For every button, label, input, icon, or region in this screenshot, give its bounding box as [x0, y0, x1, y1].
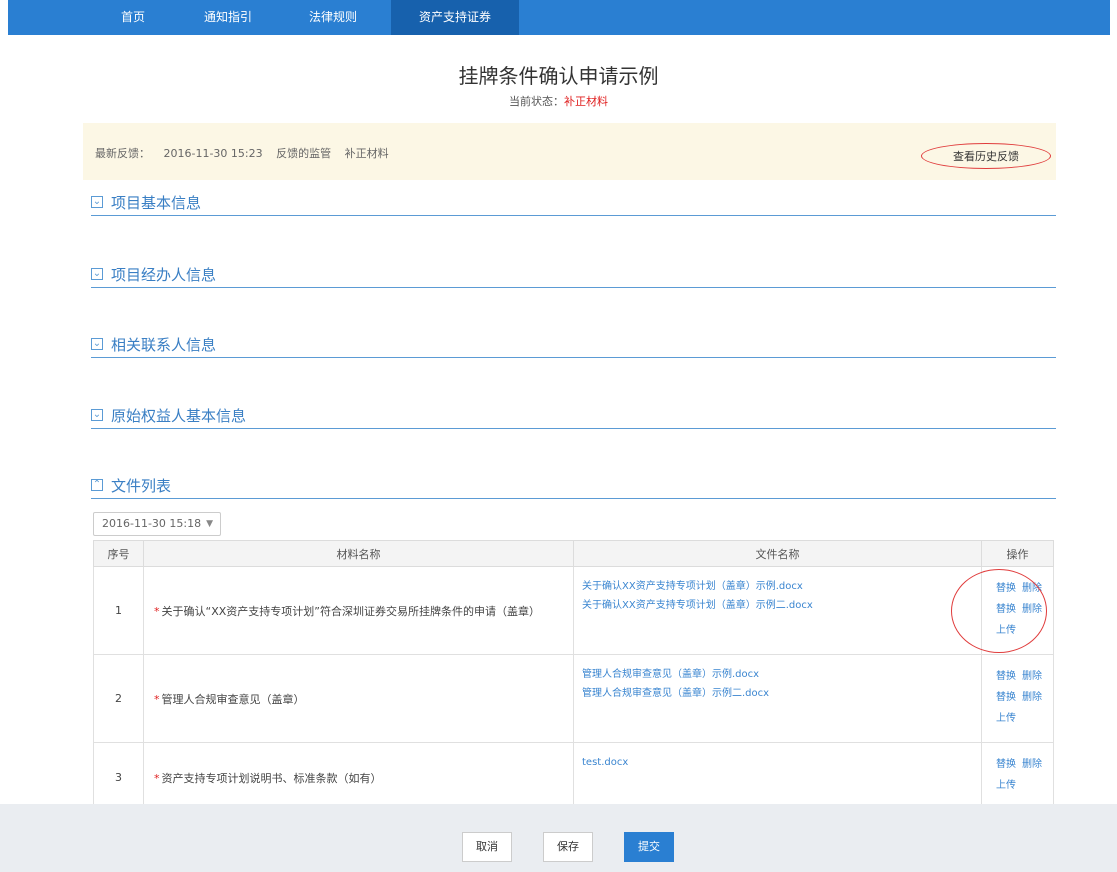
section-title[interactable]: 项目基本信息 [111, 192, 201, 213]
delete-link[interactable]: 删除 [1022, 692, 1042, 703]
file-link[interactable]: 管理人合规审查意见（盖章）示例二.docx [582, 684, 981, 703]
required-marker: * [154, 604, 160, 618]
nav-item-rules[interactable]: 法律规则 [293, 0, 373, 35]
replace-link[interactable]: 替换 [996, 692, 1016, 703]
upload-link[interactable]: 上传 [996, 625, 1016, 636]
top-nav: 首页 通知指引 法律规则 资产支持证券 [8, 0, 1110, 35]
nav-item-abs[interactable]: 资产支持证券 [391, 0, 519, 35]
delete-link[interactable]: 删除 [1022, 583, 1042, 594]
file-link[interactable]: 关于确认XX资产支持专项计划（盖章）示例.docx [582, 577, 981, 596]
feedback-banner: 最新反馈： 2016-11-30 15:23 反馈的监管 补正材料 查看历史反馈 [83, 123, 1056, 180]
file-link[interactable]: 管理人合规审查意见（盖章）示例.docx [582, 665, 981, 684]
upload-link[interactable]: 上传 [996, 780, 1016, 791]
section-contacts: ⌄ 相关联系人信息 [91, 334, 1056, 358]
table-row: 2 * 管理人合规审查意见（盖章） 管理人合规审查意见（盖章）示例.docx 管理… [93, 654, 1054, 743]
version-select-value: 2016-11-30 15:18 [102, 517, 202, 530]
row-material: * 关于确认“XX资产支持专项计划”符合深圳证券交易所挂牌条件的申请（盖章） [143, 566, 574, 655]
replace-link[interactable]: 替换 [996, 671, 1016, 682]
section-title[interactable]: 相关联系人信息 [111, 334, 216, 355]
section-originator: ⌄ 原始权益人基本信息 [91, 405, 1056, 429]
material-name: 管理人合规审查意见（盖章） [161, 692, 305, 706]
page-title: 挂牌条件确认申请示例 [458, 64, 659, 88]
file-table: 序号 材料名称 文件名称 操作 1 * 关于确认“XX资产支持专项计划”符合深圳证… [93, 540, 1054, 813]
collapse-icon[interactable]: ⌄ [91, 409, 103, 421]
status-label: 当前状态： [509, 95, 564, 108]
section-file-list: ⌃ 文件列表 [91, 475, 1056, 499]
feedback-action: 补正材料 [344, 147, 389, 160]
required-marker: * [154, 771, 160, 785]
material-name: 资产支持专项计划说明书、标准条款（如有） [161, 771, 382, 785]
collapse-icon[interactable]: ⌄ [91, 338, 103, 350]
delete-link[interactable]: 删除 [1022, 759, 1042, 770]
row-seq: 2 [93, 654, 144, 743]
nav-item-notices[interactable]: 通知指引 [188, 0, 268, 35]
column-header-material: 材料名称 [143, 540, 574, 567]
column-header-filename: 文件名称 [573, 540, 982, 567]
row-material: * 资产支持专项计划说明书、标准条款（如有） [143, 742, 574, 813]
section-title[interactable]: 项目经办人信息 [111, 264, 216, 285]
section-title[interactable]: 原始权益人基本信息 [111, 405, 246, 426]
row-ops: 替换 删除 上传 [981, 742, 1054, 813]
status-line: 当前状态：补正材料 [0, 93, 1117, 109]
delete-link[interactable]: 删除 [1022, 604, 1042, 615]
chevron-down-icon: ▼ [206, 519, 213, 529]
collapse-icon[interactable]: ⌄ [91, 268, 103, 280]
row-seq: 1 [93, 566, 144, 655]
row-files: test.docx [573, 742, 982, 813]
replace-link[interactable]: 替换 [996, 759, 1016, 770]
column-header-seq: 序号 [93, 540, 144, 567]
row-seq: 3 [93, 742, 144, 813]
row-ops: 替换 删除 替换 删除 上传 [981, 654, 1054, 743]
material-name: 关于确认“XX资产支持专项计划”符合深圳证券交易所挂牌条件的申请（盖章） [161, 604, 540, 618]
feedback-time: 2016-11-30 15:23 [163, 147, 263, 160]
nav-item-home[interactable]: 首页 [108, 0, 158, 35]
row-material: * 管理人合规审查意见（盖章） [143, 654, 574, 743]
section-project-basic: ⌄ 项目基本信息 [91, 192, 1056, 216]
file-link[interactable]: 关于确认XX资产支持专项计划（盖章）示例二.docx [582, 596, 981, 615]
row-ops: 替换 删除 替换 删除 上传 [981, 566, 1054, 655]
expand-icon[interactable]: ⌃ [91, 479, 103, 491]
feedback-reviewer: 反馈的监管 [276, 147, 332, 160]
replace-link[interactable]: 替换 [996, 604, 1016, 615]
table-header-row: 序号 材料名称 文件名称 操作 [93, 540, 1054, 567]
required-marker: * [154, 692, 160, 706]
row-files: 关于确认XX资产支持专项计划（盖章）示例.docx 关于确认XX资产支持专项计划… [573, 566, 982, 655]
delete-link[interactable]: 删除 [1022, 671, 1042, 682]
upload-link[interactable]: 上传 [996, 713, 1016, 724]
footer-action-bar: 取消 保存 提交 [0, 804, 1117, 872]
version-select[interactable]: 2016-11-30 15:18 ▼ [93, 512, 221, 536]
section-title[interactable]: 文件列表 [111, 475, 171, 496]
save-button[interactable]: 保存 [543, 832, 593, 862]
feedback-label: 最新反馈： [95, 147, 150, 160]
view-history-button[interactable]: 查看历史反馈 [921, 143, 1051, 169]
cancel-button[interactable]: 取消 [462, 832, 512, 862]
file-link[interactable]: test.docx [582, 753, 981, 772]
latest-feedback: 最新反馈： 2016-11-30 15:23 反馈的监管 补正材料 [95, 145, 399, 161]
submit-button[interactable]: 提交 [624, 832, 674, 862]
table-row: 3 * 资产支持专项计划说明书、标准条款（如有） test.docx 替换 删除 上… [93, 742, 1054, 813]
table-row: 1 * 关于确认“XX资产支持专项计划”符合深圳证券交易所挂牌条件的申请（盖章） … [93, 566, 1054, 655]
section-project-handler: ⌄ 项目经办人信息 [91, 264, 1056, 288]
replace-link[interactable]: 替换 [996, 583, 1016, 594]
status-value: 补正材料 [564, 95, 608, 108]
column-header-ops: 操作 [981, 540, 1054, 567]
row-files: 管理人合规审查意见（盖章）示例.docx 管理人合规审查意见（盖章）示例二.do… [573, 654, 982, 743]
collapse-icon[interactable]: ⌄ [91, 196, 103, 208]
